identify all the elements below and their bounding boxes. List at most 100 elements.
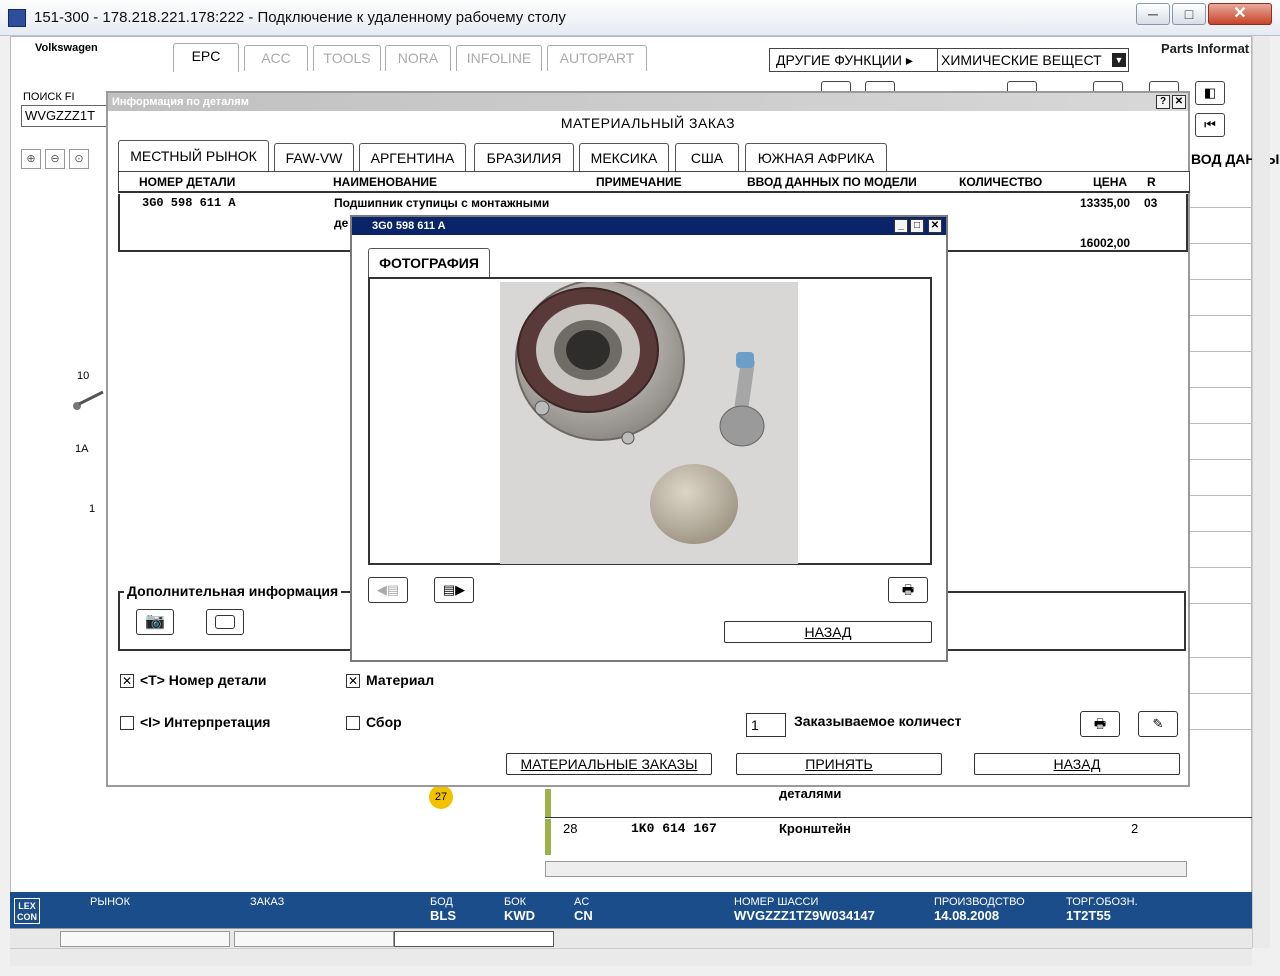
close-button[interactable]: ✕ — [1208, 3, 1272, 25]
status-production-label: ПРОИЗВОДСТВО — [934, 896, 1025, 908]
task-item[interactable] — [60, 931, 230, 947]
status-ac-value: CN — [574, 908, 593, 923]
tab-mexico[interactable]: МЕКСИКА — [579, 143, 669, 171]
additional-info-label: Дополнительная информация — [124, 583, 342, 599]
tab-autopart[interactable]: AUTOPART — [547, 45, 647, 71]
dialog-title: Информация по деталям — [108, 93, 1188, 111]
col-r: R — [1147, 175, 1156, 189]
row-price-2: 16002,00 — [1080, 236, 1131, 250]
bottom-scrollbar[interactable] — [10, 948, 1252, 966]
table-row-name: Кронштейн — [779, 821, 851, 836]
col-quantity: КОЛИЧЕСТВО — [959, 175, 1043, 189]
lexcon-logo: LEX CON — [14, 898, 40, 924]
edit-icon[interactable]: ✎ — [1138, 711, 1178, 737]
status-chassis-label: НОМЕР ШАССИ — [734, 896, 819, 908]
tab-nora[interactable]: NORA — [385, 45, 451, 71]
previous-page-icon[interactable]: ◀▤ — [368, 577, 408, 603]
col-model-data: ВВОД ДАННЫХ ПО МОДЕЛИ — [747, 175, 917, 189]
next-page-icon[interactable]: ▤▶ — [434, 577, 474, 603]
back-button[interactable]: НАЗАД — [974, 753, 1180, 775]
material-label: Материал — [366, 672, 435, 688]
part-number-checkbox[interactable]: ✕ — [120, 674, 134, 688]
maximize-icon[interactable]: □ — [910, 219, 924, 233]
table-header: НОМЕР ДЕТАЛИ НАИМЕНОВАНИЕ ПРИМЕЧАНИЕ ВВО… — [118, 171, 1190, 193]
diagram-label: 1 — [89, 503, 96, 515]
tab-photo[interactable]: ФОТОГРАФИЯ — [368, 248, 490, 278]
material-checkbox[interactable]: ✕ — [346, 674, 360, 688]
col-name: НАИМЕНОВАНИЕ — [333, 175, 437, 189]
frame-icon[interactable] — [206, 609, 244, 635]
list-item: деталями — [779, 786, 842, 801]
search-label: ПОИСК FI — [23, 91, 75, 103]
chevron-down-icon[interactable]: ▼ — [1112, 53, 1126, 67]
search-input[interactable]: WVGZZZ1T — [21, 105, 107, 127]
tab-tools[interactable]: TOOLS — [313, 45, 381, 71]
grid-line — [1189, 387, 1253, 388]
tab-brazil[interactable]: БРАЗИЛИЯ — [474, 143, 574, 171]
row-marker — [545, 819, 551, 855]
grid-line — [1189, 207, 1253, 208]
status-bok-value: KWD — [504, 908, 536, 923]
callout-badge[interactable]: 27 — [429, 785, 453, 809]
brand-label: Volkswagen — [35, 42, 98, 54]
tab-argentina[interactable]: АРГЕНТИНА — [359, 143, 466, 171]
quantity-input[interactable]: 1 — [746, 713, 786, 737]
camera-icon[interactable]: 📷 — [136, 609, 174, 635]
status-bar: LEX CON РЫНОК ЗАКАЗ БОД BLS БОК KWD AC C… — [10, 892, 1252, 928]
grid-line — [1189, 279, 1253, 280]
diagram-label: 10 — [77, 370, 90, 382]
task-item[interactable] — [234, 931, 394, 947]
print-icon[interactable]: 🖶 — [1080, 711, 1120, 737]
zoom-fit-icon[interactable]: ⊙ — [69, 149, 89, 169]
material-orders-button[interactable]: МАТЕРИАЛЬНЫЕ ЗАКАЗЫ — [506, 753, 712, 775]
status-trade-value: 1T2T55 — [1066, 908, 1111, 923]
maximize-button[interactable]: □ — [1172, 3, 1206, 25]
col-note: ПРИМЕЧАНИЕ — [596, 175, 682, 189]
minimize-icon[interactable]: _ — [894, 219, 908, 233]
status-production-value: 14.08.2008 — [934, 908, 1000, 923]
grid-line — [1189, 243, 1253, 244]
zoom-out-icon[interactable]: ⊖ — [45, 149, 65, 169]
zoom-in-icon[interactable]: ⊕ — [21, 149, 41, 169]
photo-back-button[interactable]: НАЗАД — [724, 621, 932, 643]
grid-line — [1189, 315, 1253, 316]
part-photo — [500, 279, 798, 564]
task-item[interactable] — [394, 931, 554, 947]
dialog-close-button[interactable]: ✕ — [1172, 95, 1186, 109]
status-chassis-value: WVGZZZ1TZ9W034147 — [734, 908, 875, 923]
interpretation-label: <I> Интерпретация — [140, 714, 271, 730]
grid-line — [1189, 567, 1253, 568]
page-prev-icon[interactable]: ◧ — [1195, 81, 1225, 105]
tab-faw-vw[interactable]: FAW-VW — [274, 143, 354, 171]
accept-button[interactable]: ПРИНЯТЬ — [736, 753, 942, 775]
tab-local-market[interactable]: МЕСТНЫЙ РЫНОК — [118, 140, 269, 172]
chemicals-select[interactable]: ХИМИЧЕСКИЕ ВЕЩЕСТ ▼ — [937, 48, 1129, 72]
tab-epc[interactable]: EPC — [173, 43, 239, 72]
task-strip — [10, 928, 1252, 948]
chemicals-value: ХИМИЧЕСКИЕ ВЕЩЕСТ — [941, 52, 1102, 68]
tab-infoline[interactable]: INFOLINE — [456, 45, 542, 71]
first-page-icon[interactable]: ⏮ — [1195, 113, 1225, 137]
assembly-label: Сбор — [366, 714, 402, 730]
divider — [545, 817, 1253, 818]
close-icon[interactable]: ✕ — [928, 219, 942, 233]
tab-usa[interactable]: США — [675, 143, 739, 171]
tab-acc[interactable]: ACC — [244, 45, 308, 71]
minimize-button[interactable]: ─ — [1136, 3, 1170, 25]
window-title: 151-300 - 178.218.221.178:222 - Подключе… — [34, 9, 566, 26]
horizontal-scrollbar[interactable] — [545, 861, 1187, 877]
interpretation-checkbox[interactable] — [120, 716, 134, 730]
tab-south-africa[interactable]: ЮЖНАЯ АФРИКА — [745, 143, 887, 171]
print-icon[interactable]: 🖶 — [888, 577, 928, 603]
status-bok-label: БОК — [504, 896, 527, 908]
status-bod-label: БОД — [430, 896, 453, 908]
row-name-cont: де — [334, 216, 349, 230]
vertical-scrollbar[interactable] — [1252, 36, 1270, 948]
grid-line — [1189, 423, 1253, 424]
grid-line — [1189, 657, 1253, 658]
col-price: ЦЕНА — [1093, 175, 1128, 189]
assembly-checkbox[interactable] — [346, 716, 360, 730]
row-r: 03 — [1144, 196, 1158, 210]
help-button[interactable]: ? — [1156, 95, 1170, 109]
dialog-heading: МАТЕРИАЛЬНЫЙ ЗАКАЗ — [560, 115, 736, 131]
